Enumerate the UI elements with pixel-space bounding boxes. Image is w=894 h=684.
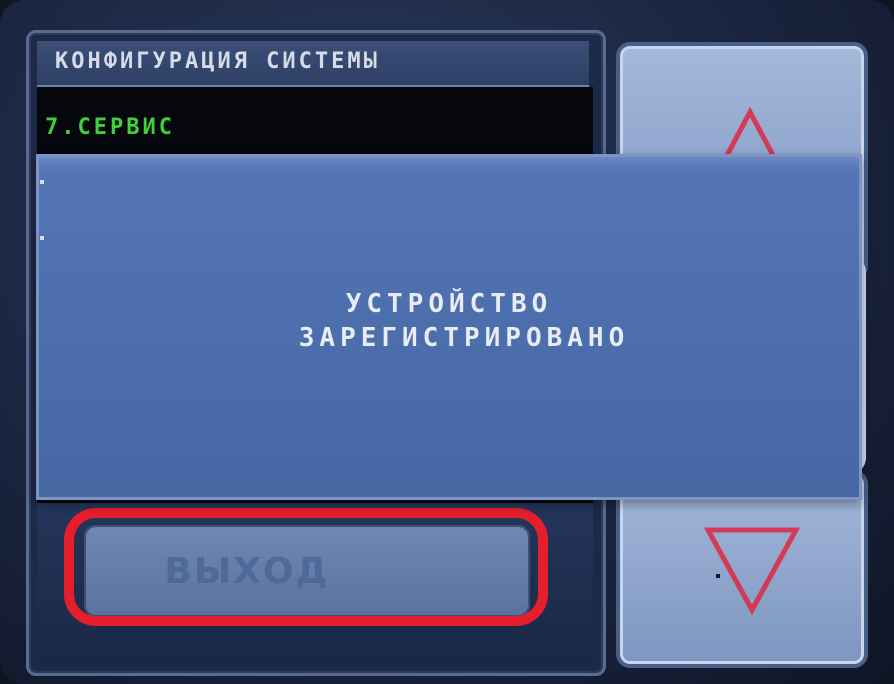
registration-dialog: УСТРОЙСТВО ЗАРЕГИСТРИРОВАНО xyxy=(36,154,862,500)
device-screen: КОНФИГУРАЦИЯ СИСТЕМЫ 7.СЕРВИС ВЫХОД УСТР… xyxy=(0,0,894,684)
dialog-header xyxy=(39,157,859,171)
list-marker xyxy=(40,180,44,184)
list-marker xyxy=(40,236,44,240)
exit-button[interactable]: ВЫХОД xyxy=(84,525,530,617)
list-item-service[interactable]: 7.СЕРВИС xyxy=(45,115,175,140)
dialog-message-line2: ЗАРЕГИСТРИРОВАНО xyxy=(298,323,630,353)
panel-header: КОНФИГУРАЦИЯ СИСТЕМЫ xyxy=(37,41,589,87)
panel-title: КОНФИГУРАЦИЯ СИСТЕМЫ xyxy=(55,49,380,74)
dialog-message-line1: УСТРОЙСТВО xyxy=(345,289,553,319)
exit-button-label: ВЫХОД xyxy=(164,550,330,592)
triangle-down-icon xyxy=(703,527,801,616)
dialog-message: УСТРОЙСТВО ЗАРЕГИСТРИРОВАНО xyxy=(39,287,859,355)
